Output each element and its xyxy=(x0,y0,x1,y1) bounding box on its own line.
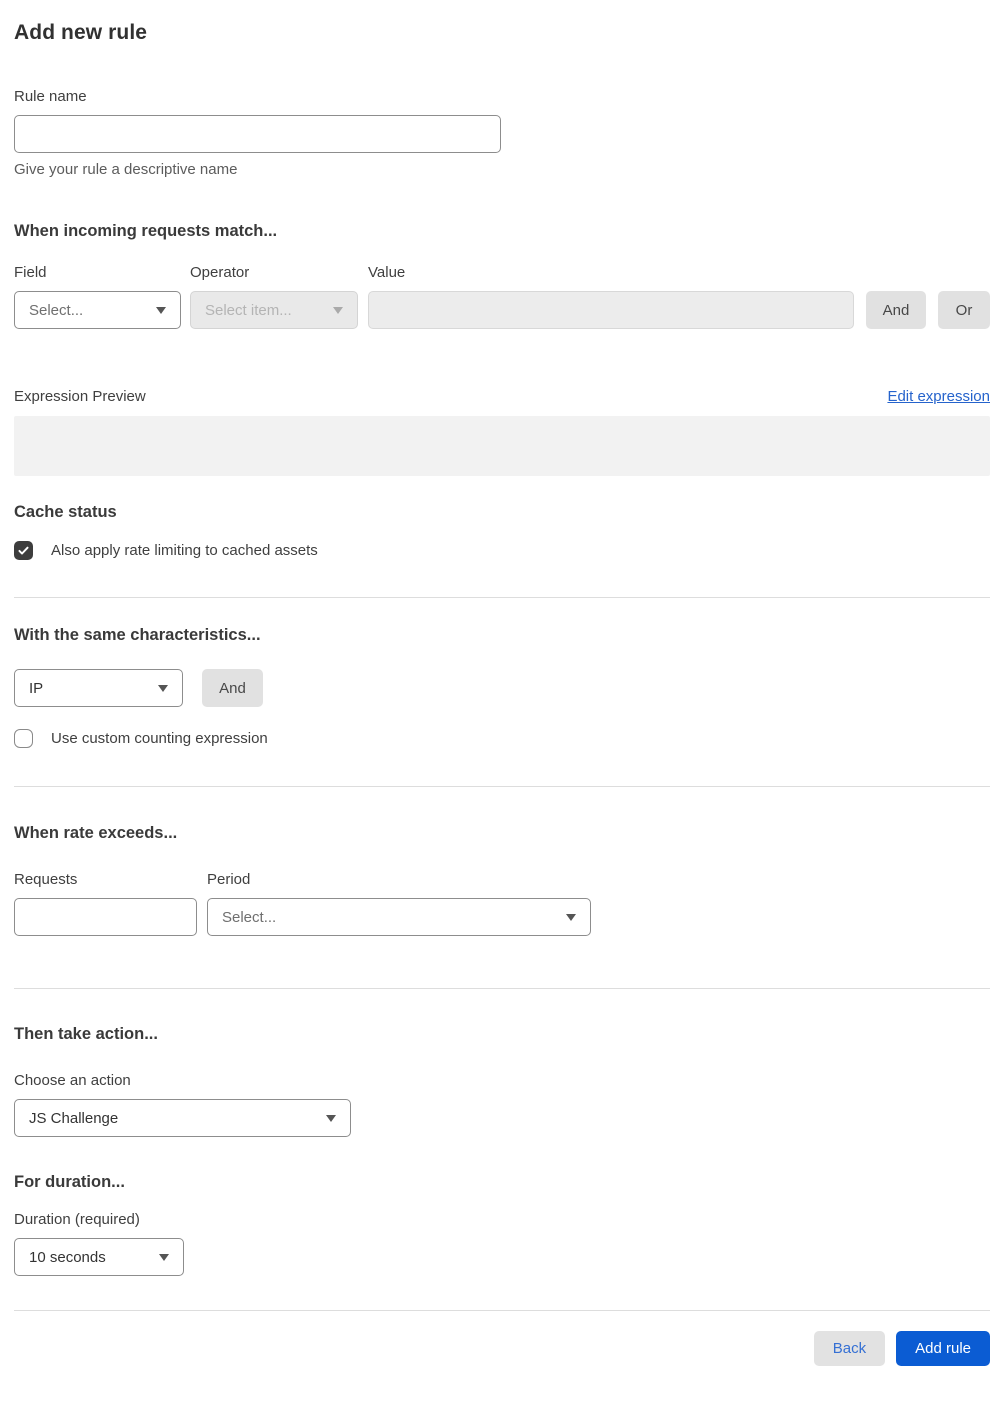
chevron-down-icon xyxy=(159,1253,169,1261)
chevron-down-icon xyxy=(566,913,576,921)
field-select[interactable]: Select... xyxy=(14,291,181,329)
requests-column: Requests xyxy=(14,871,197,936)
characteristic-select-value: IP xyxy=(29,679,44,697)
back-button[interactable]: Back xyxy=(813,1331,886,1366)
divider xyxy=(14,786,990,787)
field-column: Field Select... xyxy=(14,264,181,329)
duration-select[interactable]: 10 seconds xyxy=(14,1238,184,1276)
footer-actions: Back Add rule xyxy=(14,1331,990,1366)
cache-checkbox-row: Also apply rate limiting to cached asset… xyxy=(14,541,990,560)
cache-status-heading: Cache status xyxy=(14,503,117,521)
add-rule-button[interactable]: Add rule xyxy=(896,1331,990,1366)
chevron-down-icon xyxy=(333,306,343,314)
rule-name-helper: Give your rule a descriptive name xyxy=(14,161,238,178)
rate-row: Requests Period Select... xyxy=(14,871,990,936)
period-label: Period xyxy=(207,871,251,888)
and-button[interactable]: And xyxy=(866,291,926,329)
characteristics-and-button[interactable]: And xyxy=(202,669,263,707)
period-column: Period Select... xyxy=(207,871,591,936)
add-rule-form: Add new rule Rule name Give your rule a … xyxy=(0,0,1002,1406)
operator-select: Select item... xyxy=(190,291,358,329)
custom-counting-label: Use custom counting expression xyxy=(51,730,268,747)
divider xyxy=(14,988,990,989)
divider xyxy=(14,597,990,598)
value-input xyxy=(368,291,854,329)
action-select-value: JS Challenge xyxy=(29,1109,119,1127)
action-select[interactable]: JS Challenge xyxy=(14,1099,351,1137)
period-select-value: Select... xyxy=(222,908,277,926)
action-label: Choose an action xyxy=(14,1072,131,1089)
rate-heading: When rate exceeds... xyxy=(14,824,178,842)
characteristics-row: IP And xyxy=(14,669,990,707)
value-label: Value xyxy=(368,264,406,281)
duration-select-value: 10 seconds xyxy=(29,1248,106,1266)
operator-column: Operator Select item... xyxy=(190,264,358,329)
expression-preview-header: Expression Preview Edit expression xyxy=(14,388,990,405)
expression-preview-box xyxy=(14,416,990,476)
field-select-value: Select... xyxy=(29,301,84,319)
custom-counting-checkbox[interactable] xyxy=(14,729,33,748)
cached-assets-label: Also apply rate limiting to cached asset… xyxy=(51,542,318,559)
page-title: Add new rule xyxy=(14,21,148,44)
duration-label: Duration (required) xyxy=(14,1211,140,1228)
field-label: Field xyxy=(14,264,47,281)
or-button[interactable]: Or xyxy=(938,291,990,329)
counting-expression-row: Use custom counting expression xyxy=(14,729,990,748)
chevron-down-icon xyxy=(156,306,166,314)
characteristic-select[interactable]: IP xyxy=(14,669,183,707)
rule-name-block: Rule name Give your rule a descriptive n… xyxy=(14,88,990,178)
chevron-down-icon xyxy=(326,1114,336,1122)
cached-assets-checkbox[interactable] xyxy=(14,541,33,560)
checkmark-icon xyxy=(18,546,29,555)
divider xyxy=(14,1310,990,1311)
characteristics-heading: With the same characteristics... xyxy=(14,626,261,644)
value-column: Value xyxy=(368,264,854,329)
requests-label: Requests xyxy=(14,871,78,888)
edit-expression-link[interactable]: Edit expression xyxy=(887,388,990,405)
requests-input[interactable] xyxy=(14,898,197,936)
match-row: Field Select... Operator Select item... … xyxy=(14,264,990,329)
expression-preview-label: Expression Preview xyxy=(14,388,146,405)
action-heading: Then take action... xyxy=(14,1025,158,1043)
operator-select-value: Select item... xyxy=(205,301,292,319)
duration-heading: For duration... xyxy=(14,1173,125,1191)
rule-name-label: Rule name xyxy=(14,88,87,105)
rule-name-input[interactable] xyxy=(14,115,501,153)
chevron-down-icon xyxy=(158,684,168,692)
match-heading: When incoming requests match... xyxy=(14,222,278,240)
operator-label: Operator xyxy=(190,264,250,281)
period-select[interactable]: Select... xyxy=(207,898,591,936)
